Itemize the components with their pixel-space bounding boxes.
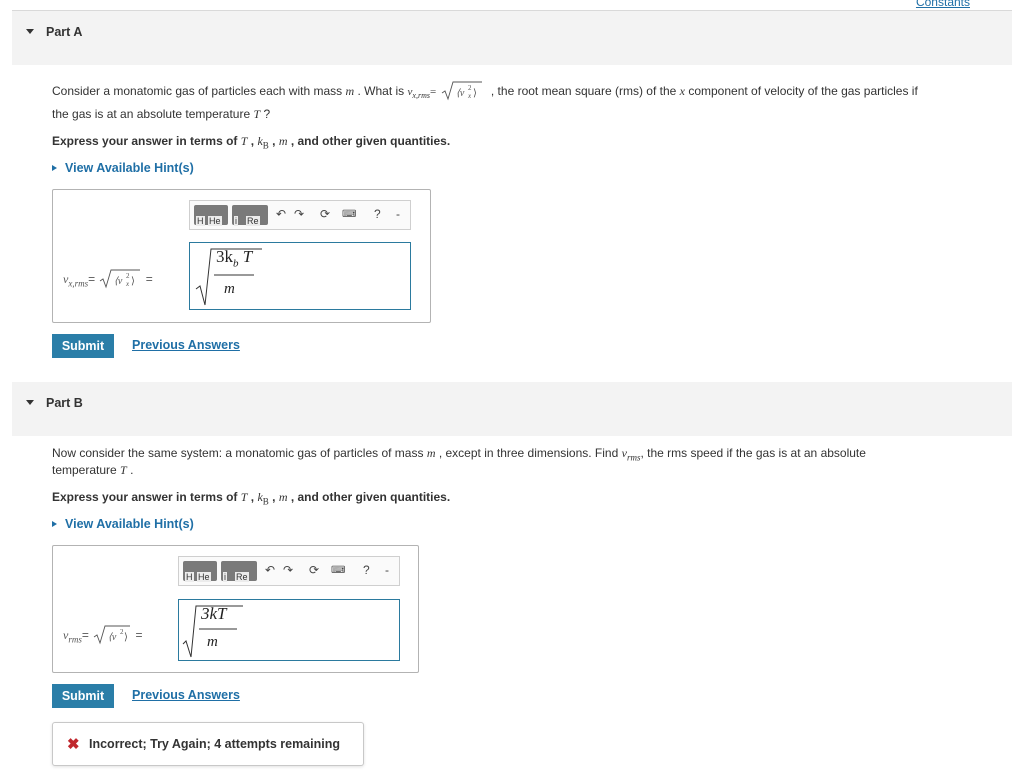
incorrect-x-icon: ✖ bbox=[67, 736, 80, 753]
part-a-answer-lhs: vx,rms= ⟨v 2 x ⟩ = bbox=[63, 268, 153, 290]
feedback-incorrect: ✖ Incorrect; Try Again; 4 attempts remai… bbox=[52, 722, 364, 766]
answer-denominator: m bbox=[207, 634, 218, 650]
answer-numerator: 3kT bbox=[201, 604, 227, 623]
part-a-math-toolbar: H He i Re ↶ ↷ ⟳ ⌨ ? - bbox=[189, 200, 411, 230]
answer-denominator: m bbox=[224, 281, 235, 297]
part-b-submit-button[interactable]: Submit bbox=[52, 684, 114, 708]
part-b-previous-answers-link[interactable]: Previous Answers bbox=[132, 688, 240, 702]
part-a-title: Part A bbox=[46, 25, 83, 39]
keyboard-icon[interactable]: ⌨ bbox=[331, 565, 345, 576]
part-b-question-line2: temperature T . bbox=[52, 463, 134, 477]
svg-text:2: 2 bbox=[126, 272, 130, 280]
collapse-caret-icon[interactable] bbox=[26, 400, 34, 405]
svg-text:⟨v: ⟨v bbox=[114, 276, 123, 287]
reset-icon[interactable]: ⟳ bbox=[309, 563, 319, 577]
more-icon[interactable]: - bbox=[385, 563, 389, 577]
sqrt-v-squared-symbol: ⟨v 2 x ⟩ bbox=[100, 269, 141, 289]
part-a-header[interactable]: Part A bbox=[12, 11, 1012, 65]
feedback-text: Incorrect; Try Again; 4 attempts remaini… bbox=[89, 737, 340, 751]
reset-icon[interactable]: ⟳ bbox=[320, 207, 330, 221]
svg-text:2: 2 bbox=[468, 84, 472, 92]
more-icon[interactable]: - bbox=[396, 207, 400, 221]
templates-button[interactable]: H He bbox=[183, 561, 217, 582]
svg-text:x: x bbox=[125, 280, 130, 288]
expand-triangle-icon bbox=[52, 165, 57, 171]
part-b-answer-box: H He i Re ↶ ↷ ⟳ ⌨ ? - vrms= ⟨v 2 ⟩ = 3kT m bbox=[52, 545, 419, 673]
help-icon[interactable]: ? bbox=[374, 207, 381, 221]
sqrt-v-squared-symbol: ⟨v 2 x ⟩ bbox=[441, 81, 482, 101]
svg-text:⟨v: ⟨v bbox=[108, 632, 117, 643]
sqrt-v-squared-symbol: ⟨v 2 ⟩ bbox=[93, 625, 131, 645]
answer-numerator: 3kb T bbox=[216, 247, 253, 270]
symbols-button[interactable]: i Re bbox=[221, 561, 257, 582]
part-a-question: Consider a monatomic gas of particles ea… bbox=[52, 80, 1012, 106]
collapse-caret-icon[interactable] bbox=[26, 29, 34, 34]
redo-icon[interactable]: ↷ bbox=[283, 563, 293, 577]
svg-text:x: x bbox=[467, 92, 472, 100]
part-a-answer-input[interactable]: 3kb T m bbox=[189, 242, 411, 310]
part-b-answer-input[interactable]: 3kT m bbox=[178, 599, 400, 661]
symbols-button[interactable]: i Re bbox=[232, 205, 268, 226]
part-b-title: Part B bbox=[46, 396, 83, 410]
part-a-previous-answers-link[interactable]: Previous Answers bbox=[132, 338, 240, 352]
svg-text:⟩: ⟩ bbox=[124, 632, 128, 643]
part-a-submit-button[interactable]: Submit bbox=[52, 334, 114, 358]
part-a-answer-box: H He i Re ↶ ↷ ⟳ ⌨ ? - vx,rms= ⟨v 2 x ⟩ = 3… bbox=[52, 189, 431, 323]
part-b-hint-toggle[interactable]: View Available Hint(s) bbox=[52, 517, 194, 531]
svg-text:⟨v: ⟨v bbox=[456, 88, 465, 99]
keyboard-icon[interactable]: ⌨ bbox=[342, 209, 356, 220]
part-b-answer-lhs: vrms= ⟨v 2 ⟩ = bbox=[63, 624, 143, 646]
undo-icon[interactable]: ↶ bbox=[276, 207, 286, 221]
part-b-question: Now consider the same system: a monatomi… bbox=[52, 446, 866, 463]
part-a-question-line2: the gas is at an absolute temperature T … bbox=[52, 107, 271, 121]
redo-icon[interactable]: ↷ bbox=[294, 207, 304, 221]
part-b-math-toolbar: H He i Re ↶ ↷ ⟳ ⌨ ? - bbox=[178, 556, 400, 586]
part-b-express-instructions: Express your answer in terms of T , kB ,… bbox=[52, 490, 451, 507]
expand-triangle-icon bbox=[52, 521, 57, 527]
svg-text:⟩: ⟩ bbox=[473, 88, 477, 99]
constants-link[interactable]: Constants bbox=[916, 0, 970, 9]
templates-button[interactable]: H He bbox=[194, 205, 228, 226]
svg-text:⟩: ⟩ bbox=[131, 276, 135, 287]
part-a-express-instructions: Express your answer in terms of T , kB ,… bbox=[52, 134, 451, 151]
help-icon[interactable]: ? bbox=[363, 563, 370, 577]
undo-icon[interactable]: ↶ bbox=[265, 563, 275, 577]
part-a-hint-toggle[interactable]: View Available Hint(s) bbox=[52, 161, 194, 175]
part-b-header[interactable]: Part B bbox=[12, 382, 1012, 436]
